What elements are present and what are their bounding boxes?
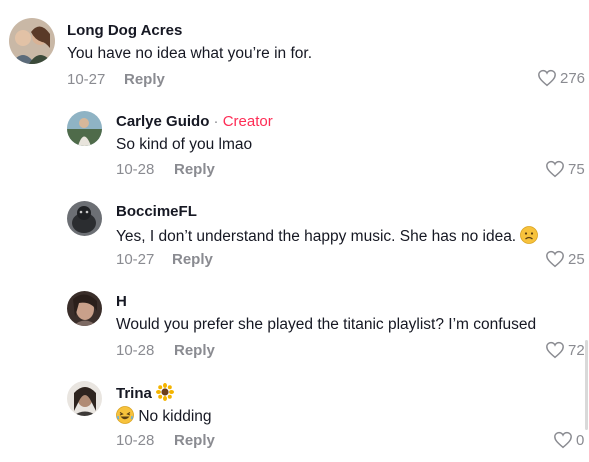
avatar[interactable] — [67, 381, 102, 416]
like-button[interactable]: 75 — [545, 160, 585, 178]
comment-text-content: No kidding — [138, 408, 212, 425]
like-count: 276 — [560, 69, 586, 87]
avatar[interactable] — [67, 111, 102, 146]
laughing-face-emoji — [116, 406, 134, 429]
comment-text-content: Yes, I don’t understand the happy music.… — [116, 228, 517, 245]
heart-icon — [545, 160, 565, 178]
comment-text: Yes, I don’t understand the happy music.… — [116, 226, 539, 249]
like-count: 72 — [568, 341, 585, 359]
comment-date: 10-27 — [116, 251, 155, 268]
username[interactable]: BoccimeFL — [116, 203, 197, 220]
reply-button[interactable]: Reply — [172, 251, 213, 268]
reply-button[interactable]: Reply — [174, 161, 215, 178]
comment-text: You have no idea what you’re in for. — [67, 45, 313, 62]
username-text[interactable]: Trina — [116, 385, 152, 402]
comment-text: So kind of you lmao — [116, 136, 253, 153]
creator-badge: Creator — [222, 113, 273, 130]
like-button[interactable]: 0 — [553, 431, 584, 449]
comment-text: Would you prefer she played the titanic … — [116, 316, 537, 333]
heart-icon — [545, 341, 565, 359]
comment-text: No kidding — [116, 406, 212, 429]
like-count: 0 — [576, 431, 585, 449]
username-text[interactable]: Carlye Guido — [116, 113, 209, 130]
like-count: 25 — [568, 250, 585, 268]
username[interactable]: Carlye Guido · Creator — [116, 113, 273, 130]
comment-date: 10-28 — [116, 432, 155, 449]
username[interactable]: Long Dog Acres — [67, 22, 182, 39]
comment-date: 10-28 — [116, 342, 155, 359]
avatar[interactable] — [9, 18, 55, 64]
username[interactable]: H — [116, 293, 127, 310]
reply-button[interactable]: Reply — [124, 71, 165, 88]
scrollbar[interactable] — [585, 340, 588, 430]
reply-button[interactable]: Reply — [174, 432, 215, 449]
heart-icon — [553, 431, 573, 449]
comment-date: 10-28 — [116, 161, 155, 178]
heart-icon — [545, 250, 565, 268]
like-button[interactable]: 25 — [545, 250, 585, 268]
like-count: 75 — [568, 160, 585, 178]
sunflower-emoji — [156, 383, 175, 405]
sad-face-emoji — [520, 226, 539, 249]
comment-date: 10-27 — [67, 71, 106, 88]
avatar[interactable] — [67, 201, 102, 236]
like-button[interactable]: 72 — [545, 341, 585, 359]
heart-icon — [537, 69, 557, 87]
reply-button[interactable]: Reply — [174, 342, 215, 359]
like-button[interactable]: 276 — [537, 69, 585, 87]
separator: · — [209, 113, 223, 130]
username[interactable]: Trina — [116, 383, 175, 405]
avatar[interactable] — [67, 291, 102, 326]
